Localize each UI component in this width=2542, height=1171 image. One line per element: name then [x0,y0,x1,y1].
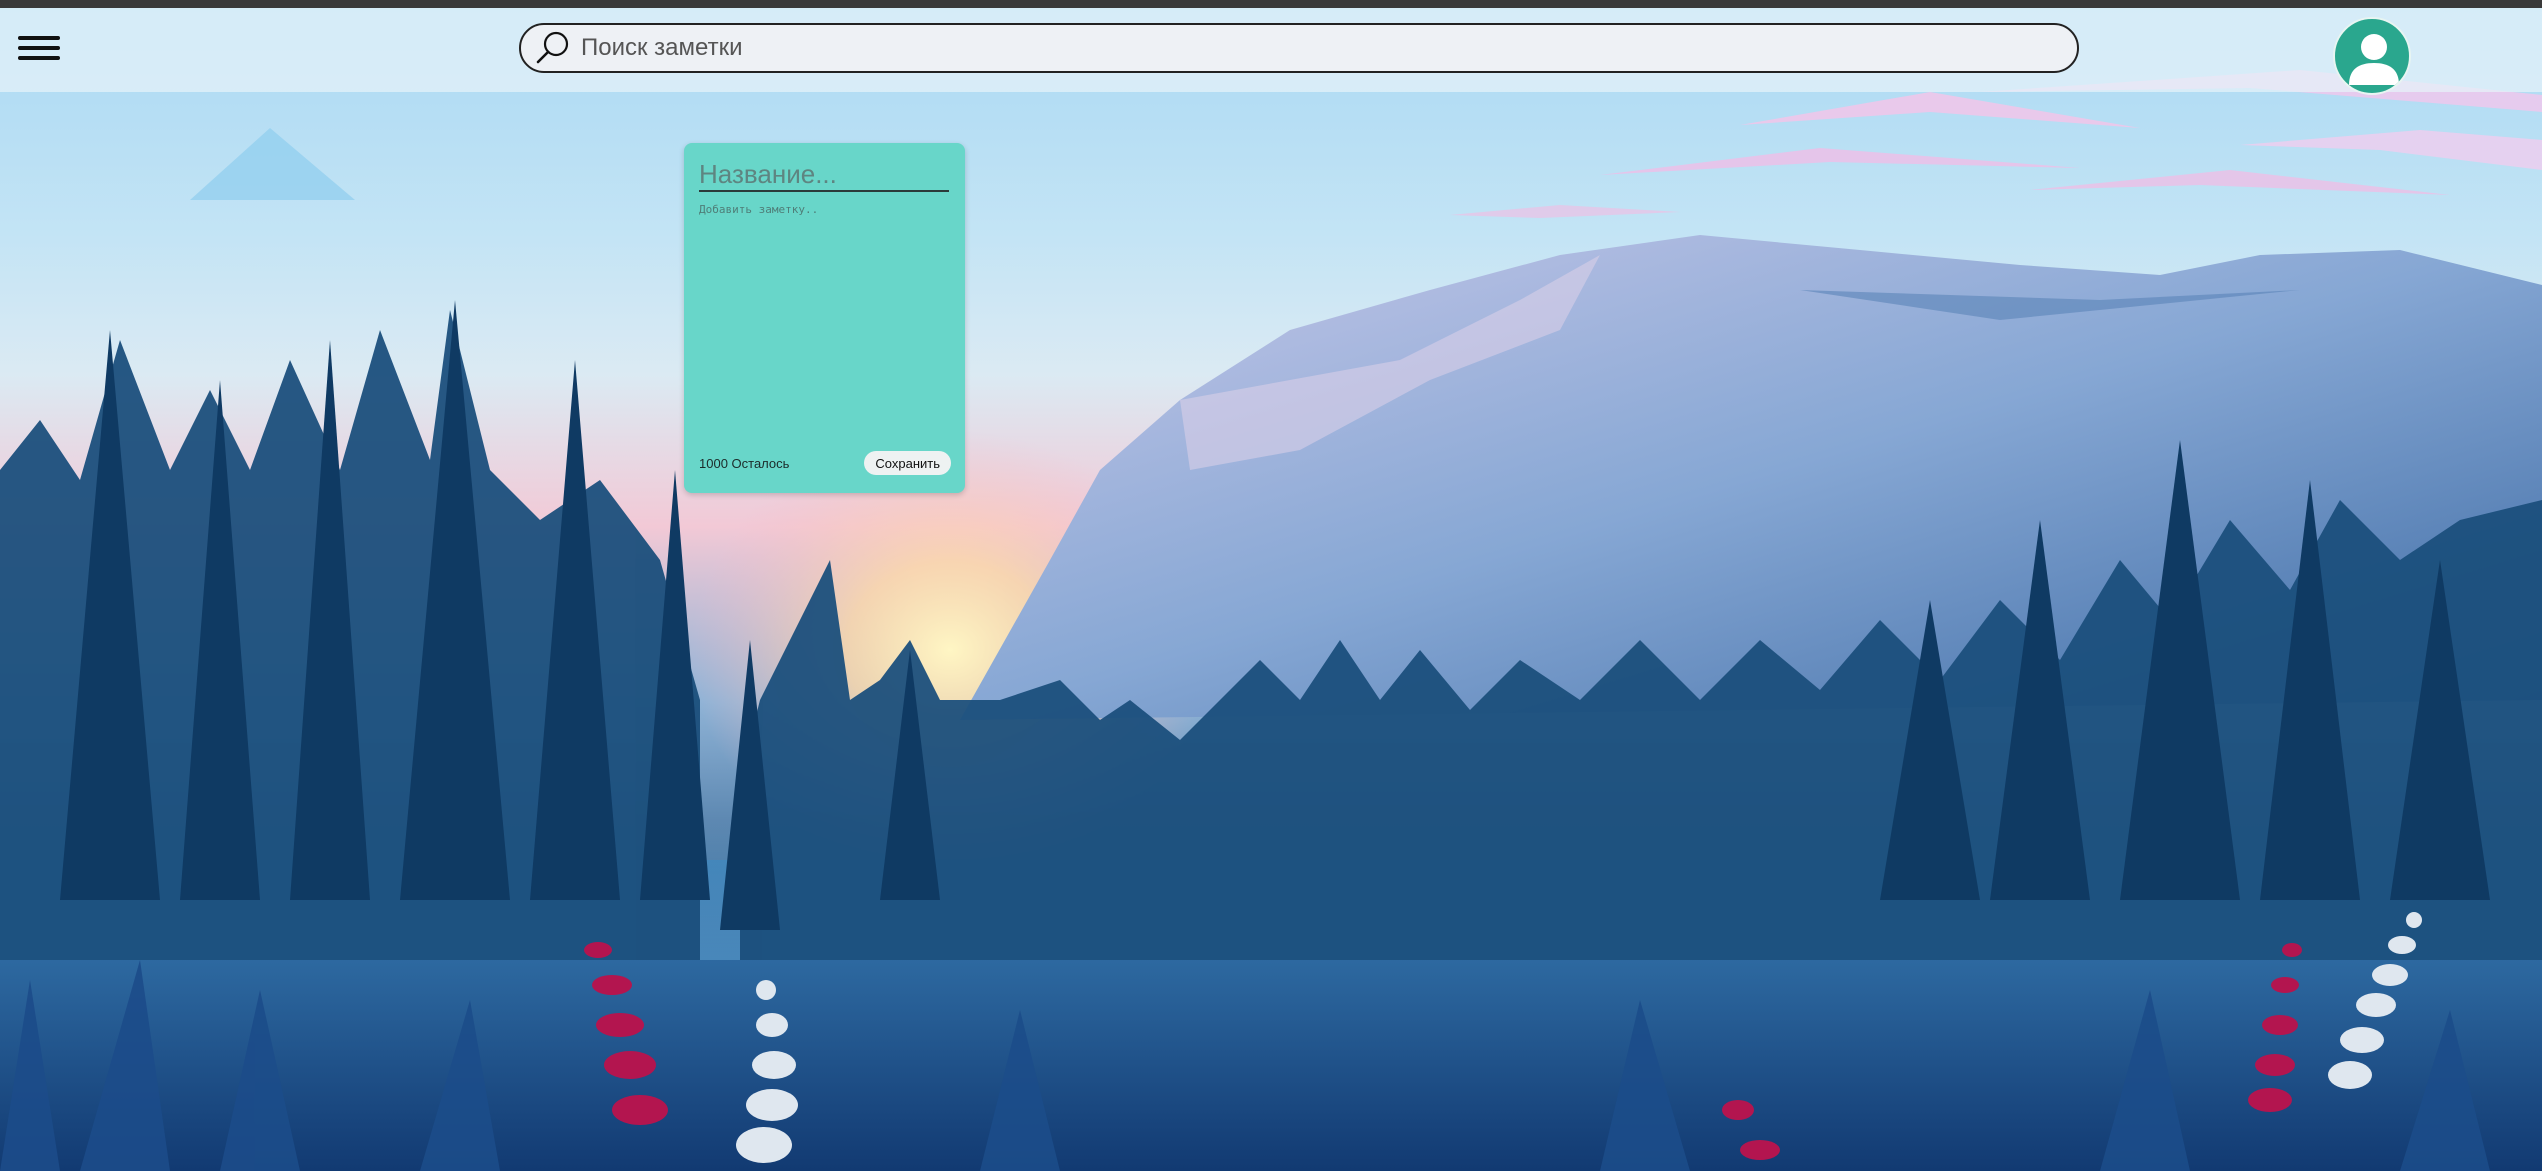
search-icon[interactable] [533,28,573,68]
user-silhouette-icon [2349,34,2399,85]
note-body-textarea[interactable] [699,203,949,423]
save-button[interactable]: Сохранить [864,451,951,475]
background-landscape [0,70,2542,1171]
user-avatar-icon[interactable] [2333,17,2411,95]
search-input[interactable] [573,25,2077,71]
menu-line [18,46,60,50]
note-footer: 1000 Осталось Сохранить [699,450,951,476]
window-top-strip [0,0,2542,8]
app-root: 1000 Осталось Сохранить [0,0,2542,1171]
note-title-input[interactable] [699,158,949,192]
note-editor-card: 1000 Осталось Сохранить [684,143,965,493]
menu-line [18,36,60,40]
menu-line [18,56,60,60]
hamburger-menu-icon[interactable] [18,30,60,66]
app-header [0,8,2542,95]
search-bar[interactable] [519,23,2079,73]
remaining-characters: 1000 Осталось [699,455,790,471]
